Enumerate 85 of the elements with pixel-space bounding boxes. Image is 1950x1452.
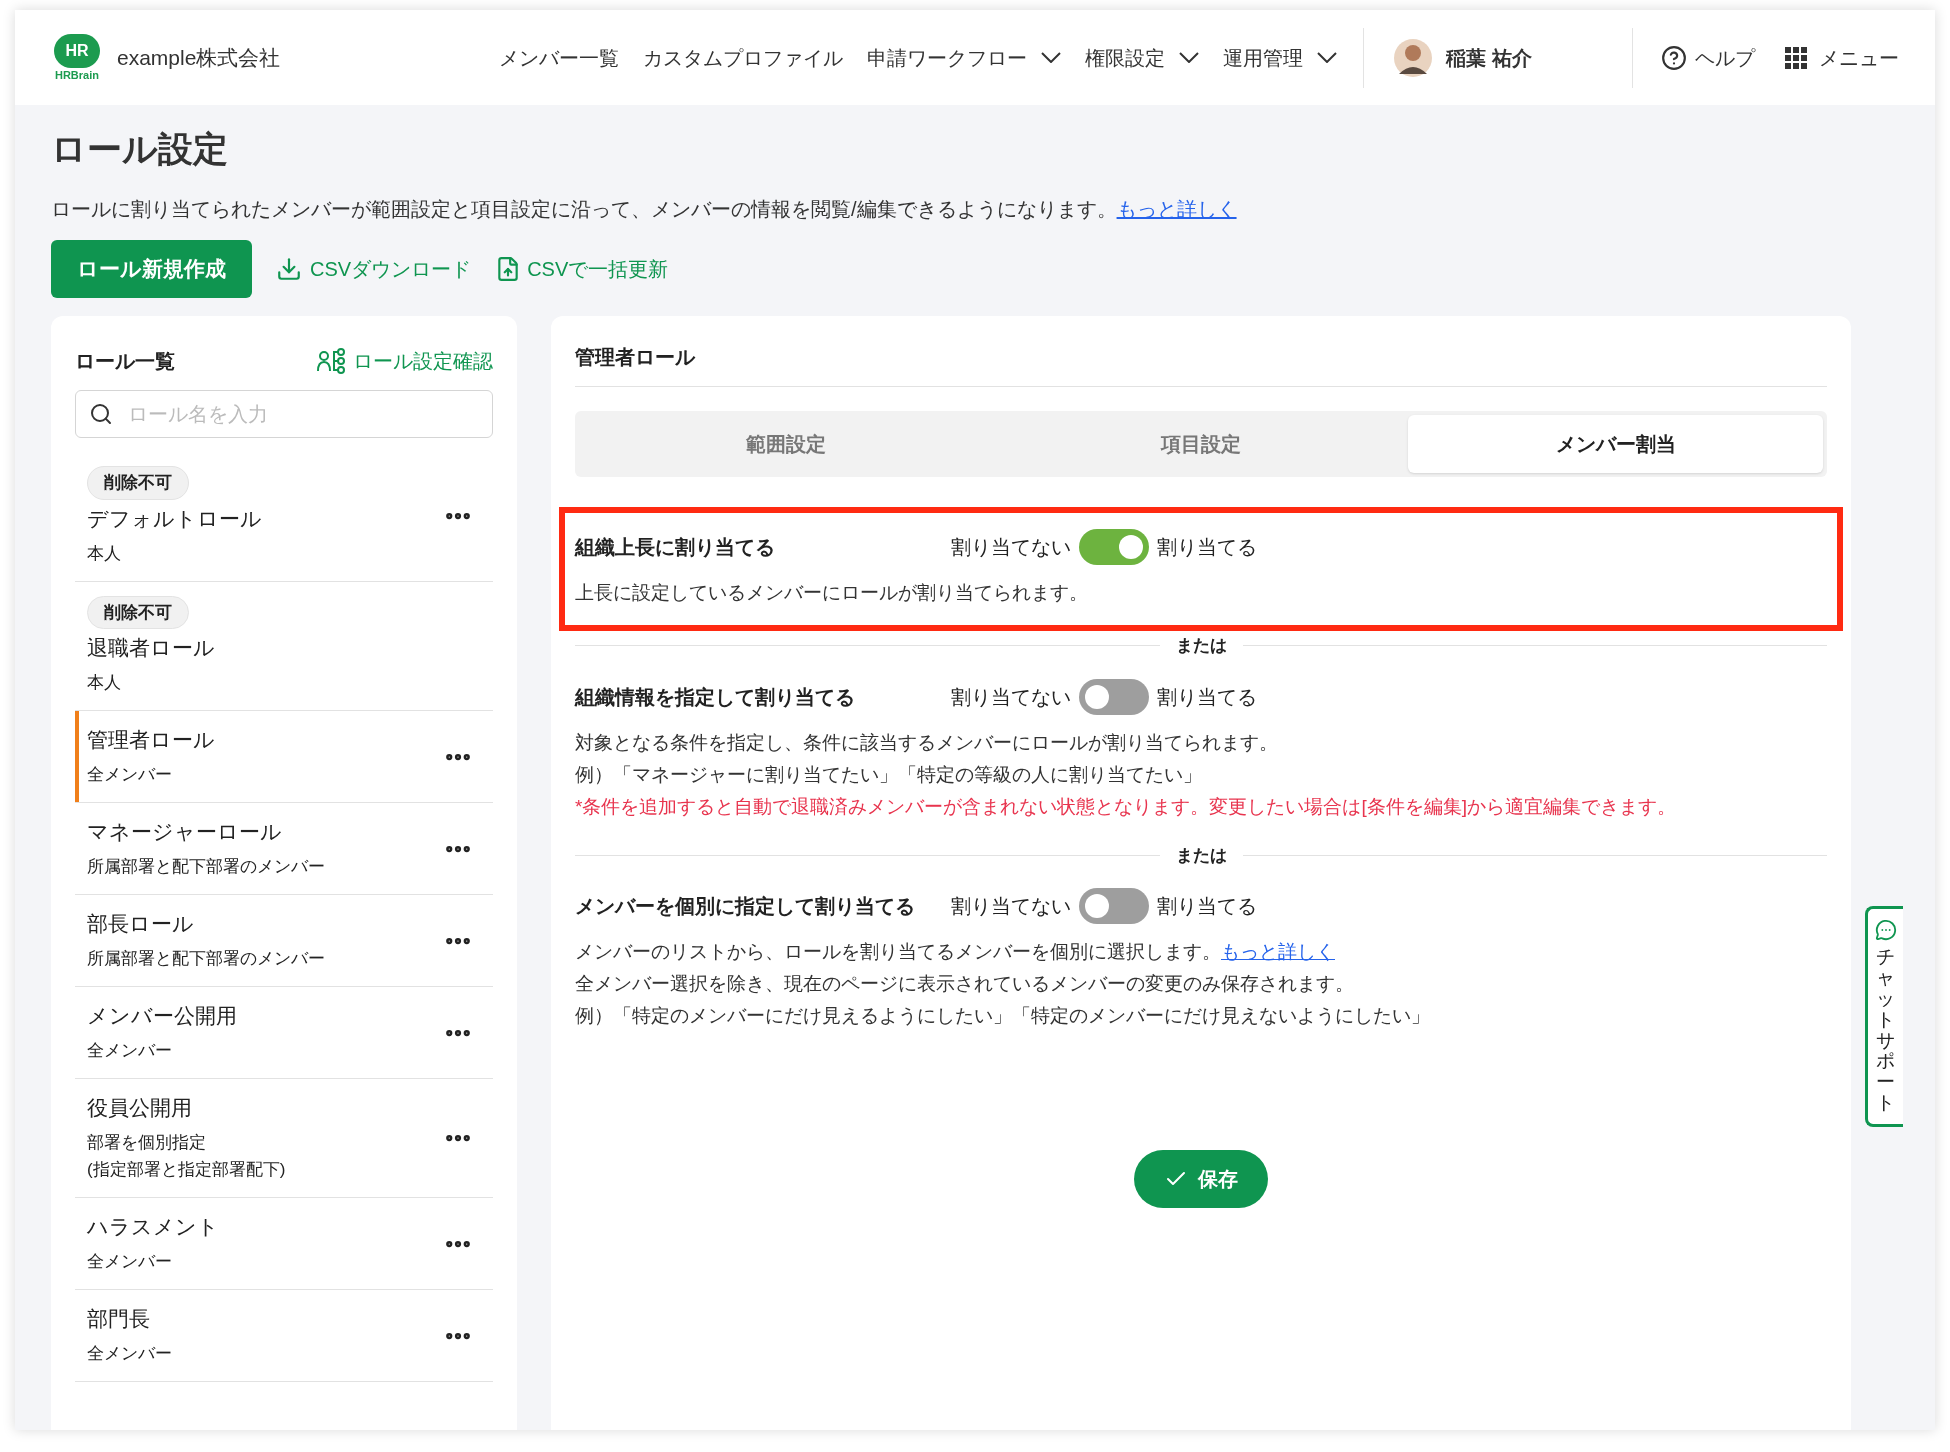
chevron-down-icon[interactable] [1317,52,1337,63]
role-list-item[interactable]: 削除不可 デフォルトロール 本人 [75,452,493,582]
user-name[interactable]: 稲葉 祐介 [1446,42,1532,73]
role-list-item[interactable]: 役員公開用 部署を個別指定 (指定部署と指定部署配下) [75,1079,493,1198]
grid-icon [1785,46,1807,69]
role-name: 部長ロール [87,911,195,937]
or-separator: または [1175,635,1227,657]
chevron-down-icon[interactable] [1179,52,1199,63]
role-list-item[interactable]: 管理者ロール 全メンバー [75,711,493,803]
role-name: 管理者ロール [87,727,216,753]
role-scope: 本人 [87,542,122,565]
role-scope: 本人 [87,672,122,694]
role-list-item[interactable]: ハラスメント 全メンバー [75,1198,493,1290]
nav-item[interactable]: メンバー一覧 [499,42,619,73]
create-role-button[interactable]: ロール新規作成 [51,240,252,298]
role-scope: 全メンバー [87,764,173,786]
page-title: ロール設定 [51,131,229,166]
option-title: 組織上長に割り当てる [575,535,776,560]
nav-item[interactable]: 運用管理 [1223,42,1337,73]
on-label: 割り当てる [1157,894,1257,919]
role-name: メンバー公開用 [87,1003,238,1029]
panel-title: ロール一覧 [75,349,175,374]
toggle-switch[interactable] [1079,678,1149,715]
help-icon [1661,44,1687,71]
company-name: example株式会社 [117,44,281,71]
tab[interactable]: 項目設定 [993,415,1409,473]
option-description: 上長に設定しているメンバーにロールが割り当てられます。 [575,581,1089,605]
role-name: 退職者ロール [87,635,216,661]
chat-icon [1874,919,1897,941]
nav-item[interactable]: カスタムプロファイル [643,42,843,73]
role-scope: 所属部署と配下部署のメンバー [87,856,326,878]
learn-more-link[interactable]: もっと詳しく [1221,941,1335,962]
tab[interactable]: メンバー割当 [1408,415,1823,473]
on-label: 割り当てる [1157,535,1257,560]
role-name: 部門長 [87,1306,151,1332]
option-title: メンバーを個別に指定して割り当てる [575,894,916,919]
nav-item[interactable]: 権限設定 [1085,42,1199,73]
chevron-down-icon[interactable] [1041,52,1061,63]
role-list-item[interactable]: 部長ロール 所属部署と配下部署のメンバー [75,895,493,987]
warning-text: *条件を追加すると自動で退職済みメンバーが含まれない状態となります。変更したい場合は[条件を編集]から適宜編集できます。 [575,794,1677,819]
role-scope: 全メンバー [87,1343,173,1365]
role-name: 役員公開用 [87,1095,193,1121]
role-list-item[interactable]: メンバー公開用 全メンバー [75,987,493,1079]
people-network-icon [317,347,347,375]
chat-support-tab[interactable]: チャットサポート [1865,906,1903,1128]
menu-button[interactable]: メニュー [1785,42,1899,73]
help-link[interactable]: ヘルプ [1661,42,1755,73]
option-description: 対象となる条件を指定し、条件に該当するメンバーにロールが割り当てられます。 [575,730,1279,755]
role-list-item[interactable]: 削除不可 退職者ロール 本人 [75,581,493,711]
option-description: 全メンバー選択を除き、現在のページに表示されているメンバーの変更のみ保存されます。 [575,972,1355,996]
option-description: 例）「特定のメンバーにだけ見えるようにしたい」「特定のメンバーにだけ見えないようにしたい」 [575,1004,1431,1028]
toggle-switch[interactable] [1079,529,1149,565]
nav-item[interactable]: 申請ワークフロー [867,42,1061,73]
role-name: マネージャーロール [87,819,283,845]
or-separator: または [1175,844,1227,867]
role-scope: 全メンバー [87,1251,173,1273]
download-icon [276,256,302,282]
option-description: メンバーのリストから、ロールを割り当てるメンバーを個別に選択します。もっと詳しく [575,940,1336,964]
role-check-link[interactable]: ロール設定確認 [317,346,493,376]
on-label: 割り当てる [1157,684,1257,710]
role-scope: (指定部署と指定部署配下) [87,1159,287,1181]
toggle-switch[interactable] [1079,888,1149,924]
role-search-field[interactable]: ロール名を入力 [75,390,493,438]
csv-upload-button[interactable]: CSVで一括更新 [495,254,669,284]
learn-more-link[interactable]: もっと詳しく [1116,198,1237,220]
role-scope: 全メンバー [87,1040,173,1062]
role-list-item[interactable]: マネージャーロール 所属部署と配下部署のメンバー [75,803,493,895]
detail-title: 管理者ロール [575,342,1827,387]
search-icon [89,402,113,426]
off-label: 割り当てない [951,894,1071,919]
locked-badge: 削除不可 [87,595,189,629]
role-list-item[interactable]: 部門長 全メンバー [75,1290,493,1382]
option-description: 例）「マネージャーに割り当てたい」「特定の等級の人に割り当てたい」 [575,762,1203,787]
csv-download-button[interactable]: CSVダウンロード [276,254,472,284]
tab[interactable]: 範囲設定 [579,415,994,473]
off-label: 割り当てない [951,535,1071,560]
role-scope: 部署を個別指定 [87,1132,207,1154]
page-description: ロールに割り当てられたメンバーが範囲設定と項目設定に沿って、メンバーの情報を閲覧/編集できるようになります。もっと詳しく [51,197,1238,222]
off-label: 割り当てない [951,684,1071,710]
role-name: ハラスメント [87,1214,220,1240]
role-name: デフォルトロール [87,505,263,532]
option-title: 組織情報を指定して割り当てる [575,684,856,710]
role-scope: 所属部署と配下部署のメンバー [87,948,326,970]
locked-badge: 削除不可 [87,466,189,500]
save-button[interactable]: 保存 [1134,1150,1268,1208]
